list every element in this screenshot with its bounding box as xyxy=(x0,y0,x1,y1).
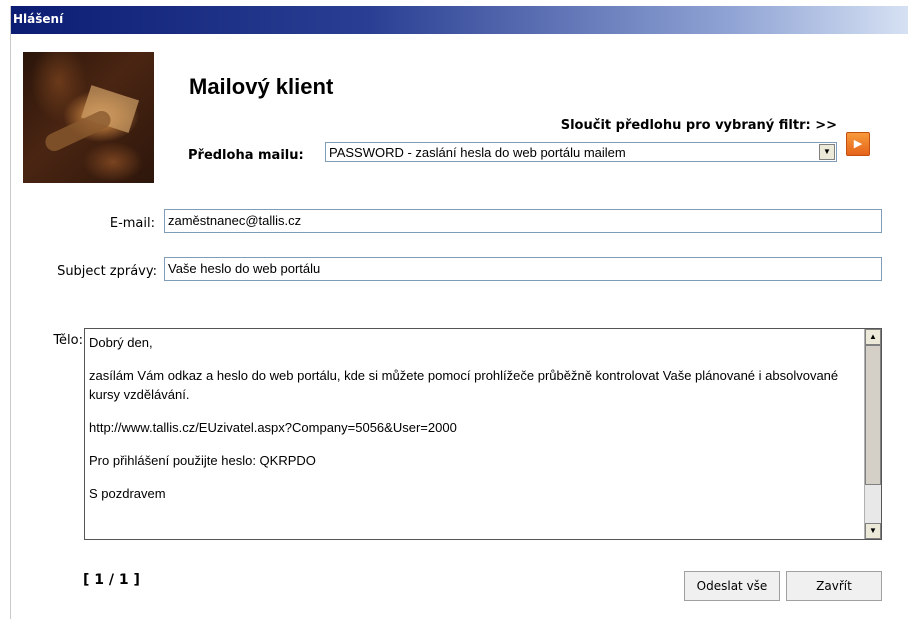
template-label: Předloha mailu: xyxy=(188,148,304,163)
chevron-down-icon[interactable]: ▼ xyxy=(865,523,881,539)
chevron-up-icon[interactable]: ▲ xyxy=(865,329,881,345)
chevron-down-icon[interactable]: ▼ xyxy=(819,144,835,160)
subject-field[interactable]: Vaše heslo do web portálu xyxy=(164,257,882,281)
body-line: zasílám Vám odkaz a heslo do web portálu… xyxy=(89,368,839,402)
merge-go-button[interactable]: ▶ xyxy=(846,132,870,156)
play-arrow-icon: ▶ xyxy=(853,138,863,150)
header-photo xyxy=(23,52,154,183)
close-button[interactable]: Zavřít xyxy=(786,571,882,601)
subject-label: Subject zprávy: xyxy=(57,264,157,279)
photo-arm-shape xyxy=(42,108,114,154)
window-title: Hlášení xyxy=(13,12,64,26)
scroll-thumb[interactable] xyxy=(865,345,881,485)
email-field[interactable]: zaměstnanec@tallis.cz xyxy=(164,209,882,233)
page-title: Mailový klient xyxy=(189,74,334,99)
pager: [ 1 / 1 ] xyxy=(83,572,140,588)
body-scrollbar[interactable]: ▲ ▼ xyxy=(864,329,881,539)
body-line: Pro přihlášení použijte heslo: QKRPDO xyxy=(89,453,316,468)
template-select[interactable]: PASSWORD - zaslání hesla do web portálu … xyxy=(325,142,837,162)
body-line: S pozdravem xyxy=(89,486,166,501)
body-line: http://www.tallis.cz/EUzivatel.aspx?Comp… xyxy=(89,420,457,435)
send-all-button[interactable]: Odeslat vše xyxy=(684,571,780,601)
body-textarea[interactable]: Dobrý den, zasílám Vám odkaz a heslo do … xyxy=(84,328,882,540)
title-bar: Hlášení xyxy=(11,6,908,34)
body-line: Dobrý den, xyxy=(89,335,153,350)
merge-template-link: Sloučit předlohu pro vybraný filtr: >> xyxy=(560,118,837,133)
body-text: Dobrý den, zasílám Vám odkaz a heslo do … xyxy=(89,333,857,517)
body-label: Tělo: xyxy=(53,333,83,348)
email-label: E-mail: xyxy=(109,216,155,231)
template-select-value: PASSWORD - zaslání hesla do web portálu … xyxy=(329,145,626,160)
mail-client-window: Hlášení Mailový klient Sloučit předlohu … xyxy=(10,6,908,619)
